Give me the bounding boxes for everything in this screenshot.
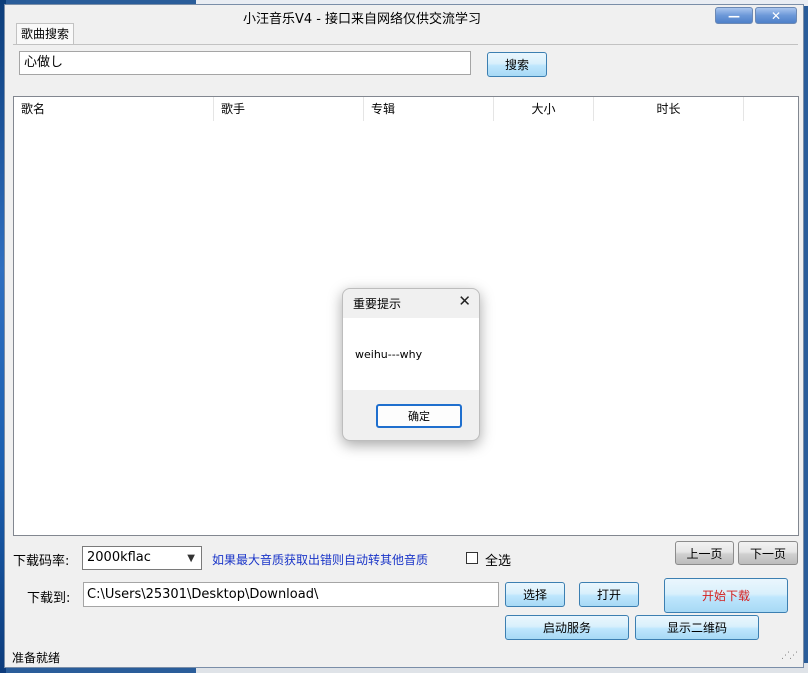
next-page-button[interactable]: 下一页 [738,541,798,565]
prev-page-button[interactable]: 上一页 [675,541,734,565]
select-all-checkbox[interactable] [466,552,478,564]
dialog-ok-button[interactable]: 确定 [376,404,462,428]
column-header-duration[interactable]: 时长 [594,97,744,121]
song-list-header: 歌名 歌手 专辑 大小 时长 [14,97,798,121]
show-qr-code-button[interactable]: 显示二维码 [635,615,759,640]
show-qr-code-label: 显示二维码 [666,621,727,635]
column-header-song-name[interactable]: 歌名 [14,97,214,121]
start-download-label: 开始下载 [701,589,750,603]
column-header-album[interactable]: 专辑 [364,97,494,121]
bitrate-select-value: 2000kflac [87,550,151,565]
search-button[interactable]: 搜索 [487,52,547,77]
resize-grip-icon[interactable]: ⋰⋰ [781,651,798,661]
search-button-label: 搜索 [504,58,529,72]
start-service-label: 启动服务 [542,621,591,635]
start-download-button[interactable]: 开始下载 [664,578,788,613]
download-to-label: 下载到: [27,591,71,606]
column-header-filler [744,97,798,121]
close-button[interactable]: ✕ [755,7,797,24]
window-title: 小汪音乐V4 - 接口来自网络仅供交流学习 [242,12,482,27]
dialog-close-icon[interactable]: ✕ [458,293,471,309]
select-all-label[interactable]: 全选 [485,550,511,569]
minimize-icon: — [728,8,740,23]
download-path-input[interactable]: C:\Users\25301\Desktop\Download\ [83,582,499,607]
dialog-title: 重要提示 [353,297,402,311]
close-icon: ✕ [770,8,782,23]
choose-folder-button[interactable]: 选择 [505,582,565,607]
bitrate-hint: 如果最大音质获取出错则自动转其他音质 [212,553,429,567]
next-page-label: 下一页 [749,546,786,561]
open-folder-label: 打开 [596,588,621,602]
search-input[interactable]: 心做し [19,51,471,75]
minimize-button[interactable]: — [715,7,753,24]
dialog-message: weihu---why [355,348,423,361]
prev-page-label: 上一页 [686,546,723,561]
dialog-ok-label: 确定 [408,410,430,423]
window-controls: — ✕ [715,7,797,24]
dialog-body: weihu---why [343,318,479,390]
choose-folder-label: 选择 [522,588,547,602]
bitrate-label: 下载码率: [13,554,70,569]
status-text: 准备就绪 [12,651,61,665]
chevron-down-icon: ▼ [187,553,195,564]
important-notice-dialog: 重要提示 ✕ weihu---why 确定 [342,288,480,441]
column-header-size[interactable]: 大小 [494,97,594,121]
tab-song-search[interactable]: 歌曲搜索 [16,23,74,45]
bitrate-select[interactable]: 2000kflac ▼ [82,546,202,570]
column-header-artist[interactable]: 歌手 [214,97,364,121]
open-folder-button[interactable]: 打开 [579,582,639,607]
start-service-button[interactable]: 启动服务 [505,615,629,640]
